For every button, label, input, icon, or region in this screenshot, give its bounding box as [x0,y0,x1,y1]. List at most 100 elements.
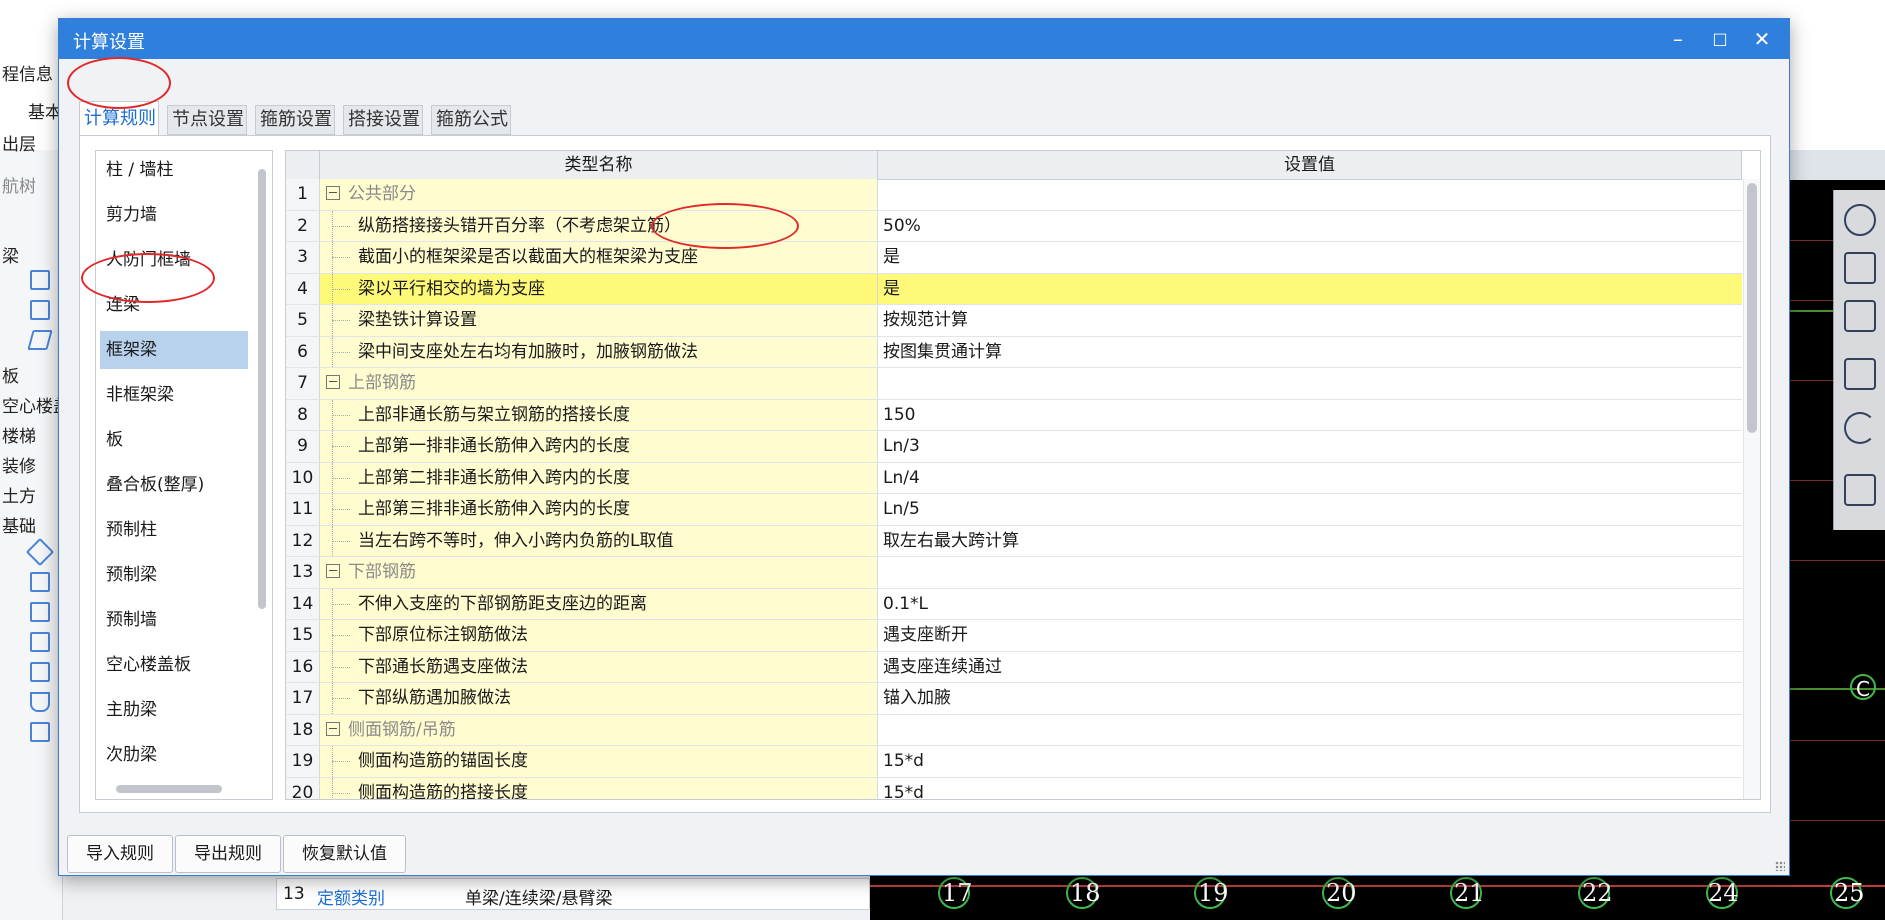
resize-grip-icon[interactable] [1775,861,1785,871]
category-vertical-scrollbar[interactable] [258,169,266,609]
table-group-row[interactable]: 7 上部钢筋 [286,368,1742,400]
category-item[interactable]: 板 [100,421,248,459]
column-tool-icon[interactable] [30,662,50,682]
beam-tool-icon[interactable] [30,270,50,290]
category-item[interactable]: 非框架梁 [100,376,248,414]
category-item[interactable]: 连梁 [100,286,248,324]
tab-stirrup-formula[interactable]: 箍筋公式 [431,105,511,135]
nav-label-tree[interactable]: 航树 [2,172,36,197]
table-row[interactable]: 4 梁以平行相交的墙为支座是 [286,273,1742,305]
nav-label-foundation[interactable]: 基础 [2,512,36,537]
nav-label-floor[interactable]: 出层 [2,130,36,155]
table-scrollbar-thumb[interactable] [1747,183,1757,433]
3d-view-icon[interactable] [1844,252,1876,284]
table-row[interactable]: 3 截面小的框架梁是否以截面大的框架梁为支座是 [286,242,1742,274]
setting-value-cell[interactable]: 按图集贯通计算 [878,337,1742,368]
category-item[interactable]: 叠合板(整厚) [100,466,248,504]
table-row[interactable]: 5 梁垫铁计算设置 按规范计算 [286,305,1742,337]
close-button[interactable]: ✕ [1745,23,1779,55]
nav-label-slab[interactable]: 板 [2,362,19,387]
collapse-toggle-icon[interactable] [326,721,340,736]
grid-tool-icon[interactable] [30,572,50,592]
category-item[interactable]: 主肋梁 [100,691,248,729]
export-rules-button[interactable]: 导出规则 [175,835,281,873]
collapse-toggle-icon[interactable] [326,564,340,578]
frame-tool-icon[interactable] [30,300,50,320]
nav-label-project-info[interactable]: 程信息 [2,60,53,85]
group-name-cell[interactable]: 侧面钢筋/吊筋 [320,714,878,745]
orbit-icon[interactable] [1844,204,1876,236]
setting-value-cell[interactable]: 15*d [878,746,1742,777]
table-row[interactable]: 15 下部原位标注钢筋做法 遇支座断开 [286,620,1742,652]
box-view-icon[interactable] [1844,358,1876,390]
pile-cap-icon[interactable] [30,692,50,712]
dialog-titlebar[interactable]: 计算设置 – □ ✕ [59,19,1789,59]
setting-value-cell[interactable]: Ln/5 [878,494,1742,525]
layout-grid-icon[interactable] [1844,474,1876,506]
table-row[interactable]: 19 侧面构造筋的锚固长度 15*d [286,746,1742,778]
category-item[interactable]: 预制墙 [100,601,248,639]
cube-view-icon[interactable] [1844,300,1876,332]
setting-value-cell[interactable]: 遇支座断开 [878,620,1742,651]
table-row[interactable]: 14 不伸入支座的下部钢筋距支座边的距离 0.1*L [286,588,1742,620]
footing-tool-icon[interactable] [30,632,50,652]
table-group-row[interactable]: 1 公共部分 [286,179,1742,211]
table-row[interactable]: 10 上部第二排非通长筋伸入跨内的长度 Ln/4 [286,462,1742,494]
collapse-toggle-icon[interactable] [326,186,340,200]
table-row[interactable]: 8 上部非通长筋与架立钢筋的搭接长度 150 [286,399,1742,431]
import-rules-button[interactable]: 导入规则 [67,835,173,873]
table-group-row[interactable]: 18 侧面钢筋/吊筋 [286,714,1742,746]
category-item[interactable]: 次肋梁 [100,736,248,774]
table-row[interactable]: 12 当左右跨不等时，伸入小跨内负筋的L取值 取左右最大跨计算 [286,525,1742,557]
setting-value-cell[interactable]: 锚入加腋 [878,683,1742,714]
category-item[interactable]: 预制柱 [100,511,248,549]
setting-value-cell[interactable]: 是 [878,273,1742,304]
column-header-setting-value[interactable]: 设置值 [878,151,1742,179]
pile-icon[interactable] [30,722,50,742]
category-item[interactable]: 人防门框墙 [100,241,248,279]
setting-value-cell[interactable]: Ln/3 [878,431,1742,462]
group-name-cell[interactable]: 下部钢筋 [320,557,878,588]
table-row[interactable]: 11 上部第三排非通长筋伸入跨内的长度 Ln/5 [286,494,1742,526]
tab-node-settings[interactable]: 节点设置 [167,105,247,135]
setting-value-cell[interactable]: 150 [878,400,1742,431]
category-item[interactable]: 柱 / 墙柱 [100,151,248,189]
tab-calculation-rules[interactable]: 计算规则 [79,101,159,137]
pencil-icon[interactable] [25,537,55,567]
minimize-button[interactable]: – [1661,23,1695,55]
slab-tool-icon[interactable] [27,330,53,350]
setting-value-cell[interactable]: 按规范计算 [878,305,1742,336]
nav-label-decoration[interactable]: 装修 [2,452,36,477]
nav-label-stairs[interactable]: 楼梯 [2,422,36,447]
table-row[interactable]: 6 梁中间支座处左右均有加腋时，加腋钢筋做法 按图集贯通计算 [286,336,1742,368]
nav-label-beam[interactable]: 梁 [2,242,19,267]
table-row[interactable]: 17 下部纵筋遇加腋做法 锚入加腋 [286,683,1742,715]
category-item[interactable]: 预制梁 [100,556,248,594]
table-group-row[interactable]: 13 下部钢筋 [286,557,1742,589]
tab-stirrup-settings[interactable]: 箍筋设置 [255,105,335,135]
setting-value-cell[interactable]: Ln/4 [878,463,1742,494]
group-name-cell[interactable]: 公共部分 [320,179,878,210]
setting-value-cell[interactable]: 遇支座连续通过 [878,652,1742,683]
nav-label-earthwork[interactable]: 土方 [2,482,36,507]
table-row[interactable]: 16 下部通长筋遇支座做法 遇支座连续通过 [286,651,1742,683]
table-row[interactable]: 20 侧面构造筋的搭接长度 15*d [286,777,1742,800]
restore-defaults-button[interactable]: 恢复默认值 [283,835,406,873]
category-item[interactable]: 剪力墙 [100,196,248,234]
property-row[interactable]: 13 定额类别 单梁/连续梁/悬臂梁 [276,878,870,910]
table-row[interactable]: 9 上部第一排非通长筋伸入跨内的长度 Ln/3 [286,431,1742,463]
maximize-button[interactable]: □ [1703,23,1737,55]
collapse-toggle-icon[interactable] [326,375,340,389]
setting-value-cell[interactable]: 0.1*L [878,589,1742,620]
table-row[interactable]: 2 纵筋搭接接头错开百分率（不考虑架立筋） 50% [286,210,1742,242]
property-row-value[interactable]: 单梁/连续梁/悬臂梁 [465,884,612,909]
rotate-icon[interactable] [1844,412,1876,444]
setting-value-cell[interactable]: 15*d [878,778,1742,800]
setting-value-cell[interactable]: 50% [878,211,1742,242]
column-header-type-name[interactable]: 类型名称 [320,151,878,179]
category-item[interactable]: 空心楼盖板 [100,646,248,684]
group-name-cell[interactable]: 上部钢筋 [320,368,878,399]
category-horizontal-scrollbar[interactable] [116,785,222,793]
category-item-selected[interactable]: 框架梁 [100,331,248,369]
tab-lap-settings[interactable]: 搭接设置 [343,105,423,135]
